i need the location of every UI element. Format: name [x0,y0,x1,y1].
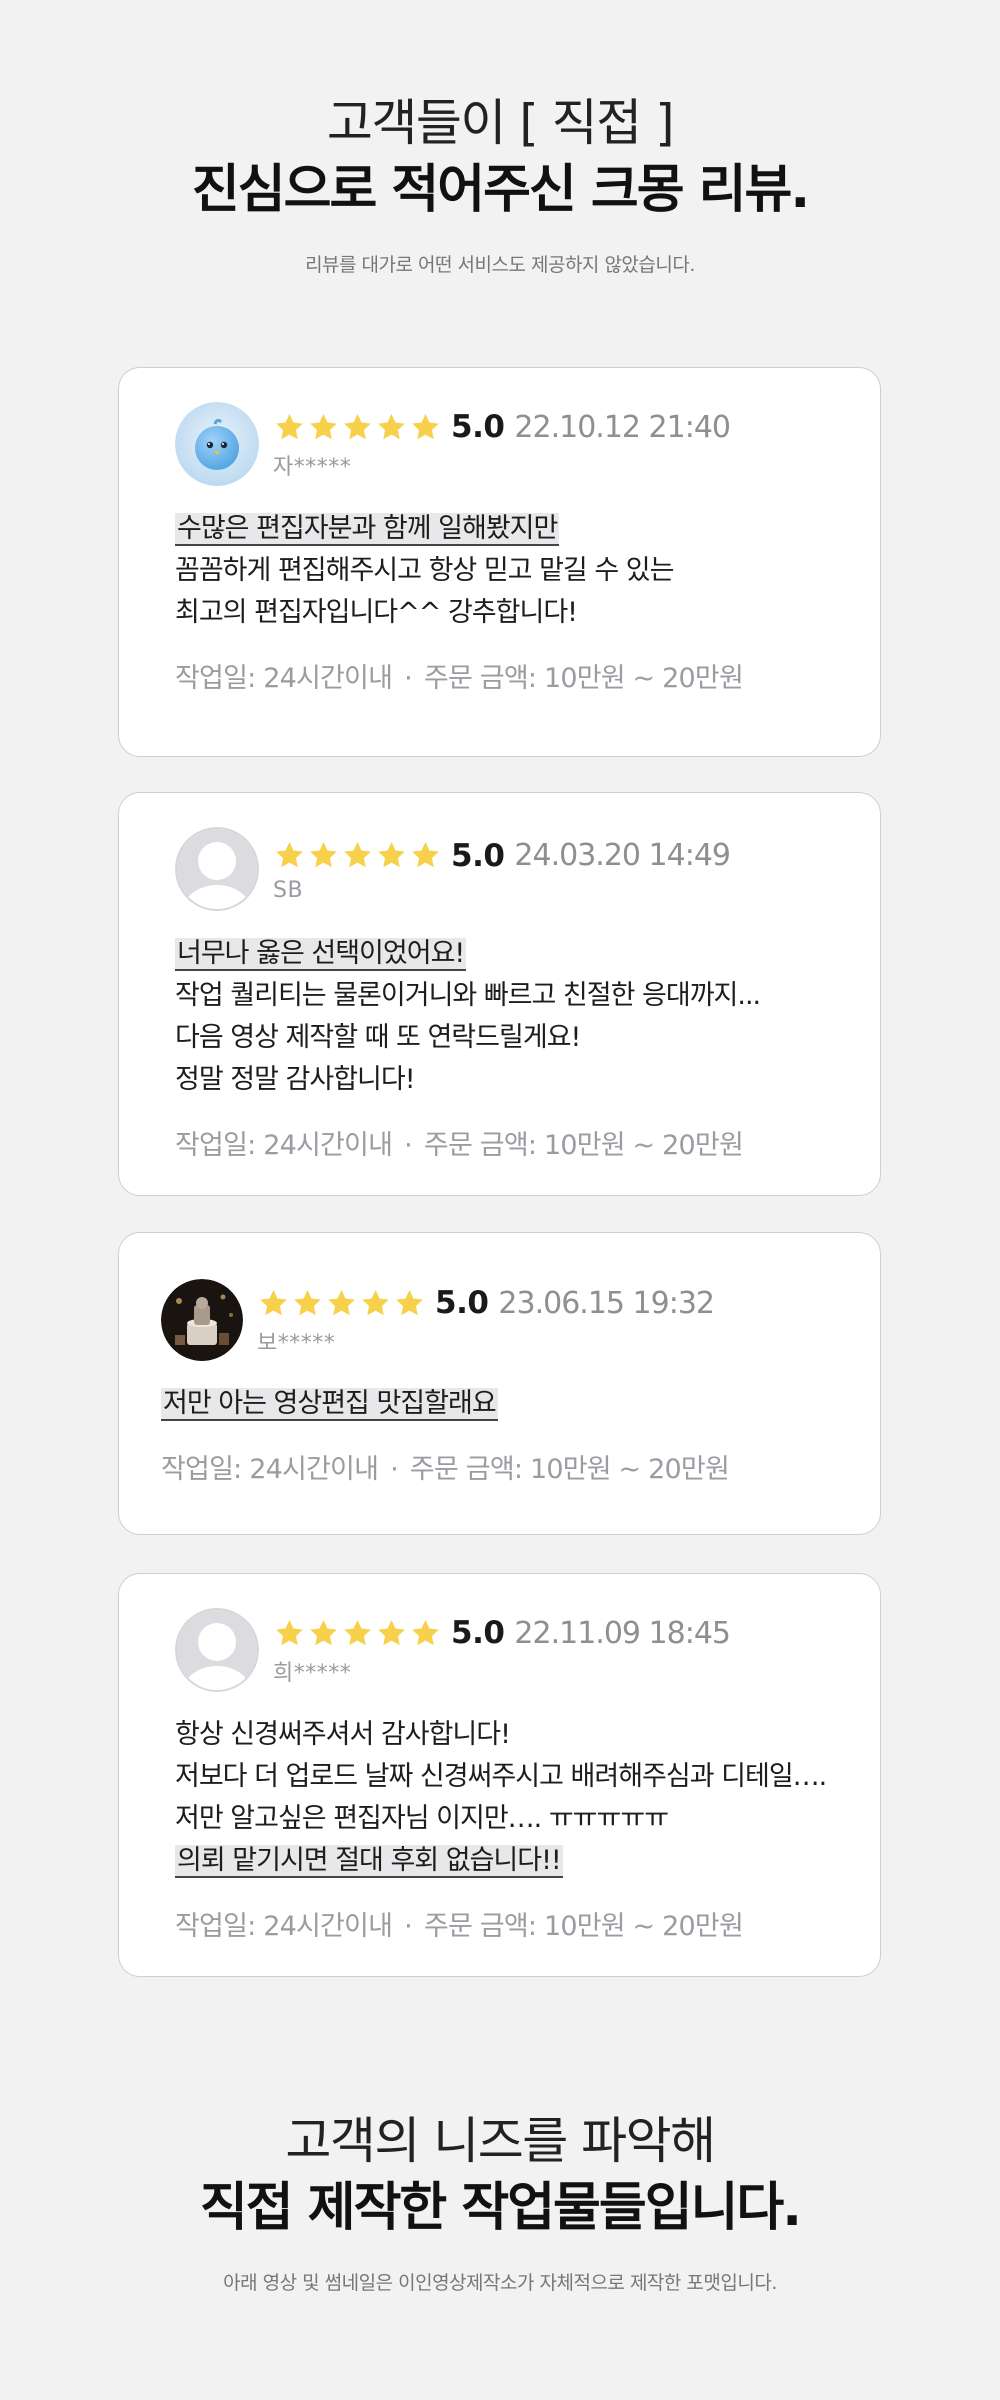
review-date: 22.11.09 18:45 [514,1615,731,1651]
review-line: 꼼꼼하게 편집해주시고 항상 믿고 맡길 수 있는 [175,555,674,586]
review-line-highlighted: 수많은 편집자분과 함께 일해봤지만 [175,513,560,546]
star-icon [412,842,439,868]
rating-score: 5.0 [451,1615,505,1651]
order-amount: 주문 금액: 10만원 ~ 20만원 [423,1130,744,1161]
reviews-header: 고객들이 [ 직접 ] 진심으로 적어주신 크몽 리뷰. 리뷰를 대가로 어떤 … [0,90,1000,277]
star-icon [260,1289,287,1315]
star-icon [276,413,303,439]
order-amount: 주문 금액: 10만원 ~ 20만원 [409,1454,730,1485]
separator-dot: · [390,1454,399,1485]
reviews-title-bold: 진심으로 적어주신 크몽 리뷰. [191,160,810,220]
review-author: 희***** [273,1661,352,1686]
review-text: 너무나 옳은 선택이었어요! 작업 퀄리티는 물론이거니와 빠르고 친절한 응대… [175,933,850,1101]
review-line-highlighted: 의뢰 맡기시면 절대 후회 없습니다!! [175,1845,563,1878]
rating-row: 5.0 24.03.20 14:49 [273,836,731,876]
review-line: 정말 정말 감사합니다! [175,1064,416,1095]
work-period: 작업일: 24시간이내 [175,1130,393,1161]
order-info: 작업일: 24시간이내 · 주문 금액: 10만원 ~ 20만원 [161,1447,850,1486]
review-line: 저보다 더 업로드 날짜 신경써주시고 배려해주심과 디테일…. [175,1761,827,1792]
rating-row: 5.0 22.10.12 21:40 [273,407,731,447]
rating-score: 5.0 [435,1285,489,1321]
rating-score: 5.0 [451,409,505,445]
review-card: 5.0 22.11.09 18:45 희***** 항상 신경써주셔서 감사합니… [118,1573,881,1977]
star-icon [412,413,439,439]
review-card: 5.0 24.03.20 14:49 SB 너무나 옳은 선택이었어요! 작업 … [118,792,881,1196]
review-date: 24.03.20 14:49 [514,838,731,873]
review-line: 다음 영상 제작할 때 또 연락드릴게요! [175,1022,581,1053]
order-info: 작업일: 24시간이내 · 주문 금액: 10만원 ~ 20만원 [175,1904,850,1943]
star-icon [328,1289,355,1315]
star-icon [276,842,303,868]
separator-dot: · [404,1130,413,1161]
order-amount: 주문 금액: 10만원 ~ 20만원 [423,663,744,694]
star-icon [378,842,405,868]
star-icon [344,1619,371,1645]
star-rating [257,1287,427,1320]
default-user-icon [175,827,259,911]
separator-dot: · [404,1911,413,1942]
star-icon [310,413,337,439]
review-author: SB [273,877,304,903]
star-icon [396,1289,423,1315]
star-icon [294,1289,321,1315]
review-date: 22.10.12 21:40 [514,409,731,445]
review-text: 수많은 편집자분과 함께 일해봤지만 꼼꼼하게 편집해주시고 항상 믿고 맡길 … [175,508,850,634]
portfolio-title-bold: 직접 제작한 작업물들입니다. [199,2178,802,2238]
review-date: 23.06.15 19:32 [498,1285,715,1321]
review-line-highlighted: 너무나 옳은 선택이었어요! [175,938,467,971]
review-card: 5.0 23.06.15 19:32 보***** 저만 아는 영상편집 맛집할… [118,1232,881,1535]
star-icon [310,1619,337,1645]
rating-row: 5.0 22.11.09 18:45 [273,1613,731,1653]
photo-avatar-icon [161,1279,243,1361]
review-line-highlighted: 저만 아는 영상편집 맛집할래요 [161,1388,498,1421]
star-icon [310,842,337,868]
review-text: 항상 신경써주셔서 감사합니다! 저보다 더 업로드 날짜 신경써주시고 배려해… [175,1714,850,1882]
portfolio-subtitle: 아래 영상 및 썸네일은 이인영상제작소가 자체적으로 제작한 포맷입니다. [223,2272,777,2294]
review-line: 저만 알고싶은 편집자님 이지만…. ㅠㅠㅠㅠㅠ [175,1803,669,1834]
review-line: 작업 퀄리티는 물론이거니와 빠르고 친절한 응대까지... [175,980,761,1011]
portfolio-header: 고객의 니즈를 파악해 직접 제작한 작업물들입니다. 아래 영상 및 썸네일은… [0,2108,1000,2295]
star-icon [378,1619,405,1645]
order-info: 작업일: 24시간이내 · 주문 금액: 10만원 ~ 20만원 [175,1123,850,1162]
star-rating [273,1617,443,1650]
star-rating [273,411,443,444]
review-line: 최고의 편집자입니다^^ 강추합니다! [175,597,578,628]
star-icon [344,842,371,868]
work-period: 작업일: 24시간이내 [161,1454,379,1485]
order-info: 작업일: 24시간이내 · 주문 금액: 10만원 ~ 20만원 [175,656,850,695]
work-period: 작업일: 24시간이내 [175,663,393,694]
blue-bird-icon [175,402,259,486]
separator-dot: · [404,663,413,694]
review-text: 저만 아는 영상편집 맛집할래요 [161,1383,850,1425]
review-author: 자***** [273,455,352,480]
star-rating [273,839,443,872]
default-user-icon [175,1608,259,1692]
star-icon [412,1619,439,1645]
star-icon [344,413,371,439]
review-author: 보***** [257,1331,336,1356]
order-amount: 주문 금액: 10만원 ~ 20만원 [423,1911,744,1942]
reviews-subtitle: 리뷰를 대가로 어떤 서비스도 제공하지 않았습니다. [305,254,695,276]
reviews-title-light: 고객들이 [ 직접 ] [326,94,675,152]
portfolio-title-light: 고객의 니즈를 파악해 [285,2112,716,2170]
review-line: 항상 신경써주셔서 감사합니다! [175,1719,511,1750]
star-icon [378,413,405,439]
rating-row: 5.0 23.06.15 19:32 [257,1283,715,1323]
star-icon [362,1289,389,1315]
rating-score: 5.0 [451,837,505,874]
star-icon [276,1619,303,1645]
review-card: 5.0 22.10.12 21:40 자***** 수많은 편집자분과 함께 일… [118,367,881,757]
work-period: 작업일: 24시간이내 [175,1911,393,1942]
